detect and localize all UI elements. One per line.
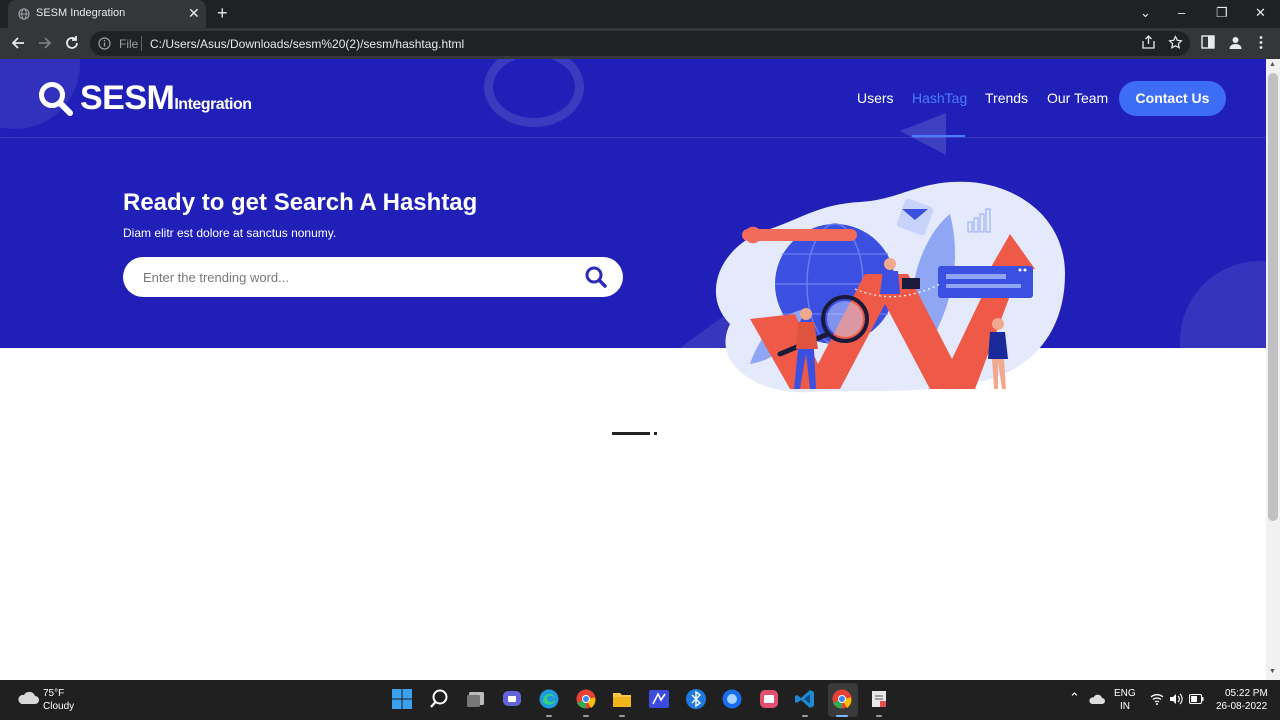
tab-search-icon[interactable]: ⌄	[1140, 4, 1151, 22]
running-indicator	[583, 715, 589, 717]
language-indicator-line2[interactable]: IN	[1120, 701, 1130, 712]
browser-tabbar: SESM Indegration ✕ + ⌄ – ❐ ✕	[0, 0, 1280, 28]
volume-icon[interactable]	[1169, 693, 1183, 705]
running-indicator	[802, 715, 808, 717]
back-icon[interactable]	[9, 34, 27, 52]
header-divider	[0, 137, 1266, 138]
bluetooth-icon[interactable]	[685, 688, 707, 710]
url-text[interactable]: C:/Users/Asus/Downloads/sesm%20(2)/sesm/…	[150, 37, 464, 51]
info-icon[interactable]	[98, 37, 111, 50]
running-indicator	[876, 715, 882, 717]
new-tab-button[interactable]: +	[217, 3, 228, 23]
browser-tab[interactable]: SESM Indegration ✕	[8, 0, 206, 28]
logo-main: SESM	[80, 79, 175, 117]
logo-sub: Integration	[174, 96, 252, 113]
edge-icon[interactable]	[538, 688, 560, 710]
chrome-icon[interactable]	[831, 688, 853, 710]
weather-temperature[interactable]: 75°F	[43, 688, 64, 699]
notepad-icon[interactable]	[868, 688, 890, 710]
reload-icon[interactable]	[63, 34, 81, 52]
wifi-icon[interactable]	[1150, 693, 1164, 705]
minimize-button[interactable]: –	[1178, 4, 1185, 22]
menu-icon[interactable]	[1258, 35, 1264, 50]
clock-date[interactable]: 26-08-2022	[1216, 701, 1267, 712]
url-separator	[141, 36, 142, 51]
url-scheme-label: File	[119, 37, 139, 51]
loading-indicator	[612, 432, 657, 435]
running-indicator	[836, 715, 848, 717]
web-page: SESMIntegration Users HashTag Trends Our…	[0, 59, 1266, 680]
os-taskbar: 75°F Cloudy ⌃ ENG IN 05:22 PM 26-08-2022	[0, 680, 1280, 720]
forward-icon[interactable]	[36, 34, 54, 52]
decor-ring	[484, 59, 584, 127]
nav-our-team[interactable]: Our Team	[1047, 90, 1108, 106]
teams-chat-icon[interactable]	[501, 688, 523, 710]
scroll-up-icon[interactable]: ▲	[1269, 61, 1276, 68]
task-view-icon[interactable]	[465, 688, 487, 710]
file-explorer-icon[interactable]	[611, 688, 633, 710]
window-close-button[interactable]: ✕	[1255, 4, 1266, 22]
close-tab-icon[interactable]: ✕	[188, 5, 200, 21]
running-indicator	[619, 715, 625, 717]
page-scrollbar[interactable]: ▲ ▼	[1266, 59, 1280, 680]
chevron-up-icon[interactable]: ⌃	[1069, 690, 1080, 706]
clock-time[interactable]: 05:22 PM	[1225, 688, 1268, 699]
decor-triangle	[900, 113, 946, 155]
side-panel-icon[interactable]	[1201, 35, 1215, 49]
onedrive-cloud-icon[interactable]	[1089, 694, 1105, 705]
nav-trends[interactable]: Trends	[985, 90, 1028, 106]
contact-us-button[interactable]: Contact Us	[1119, 81, 1226, 116]
language-indicator-line1[interactable]: ENG	[1114, 688, 1136, 699]
search-button-icon[interactable]	[583, 265, 609, 289]
hero-title: Ready to get Search A Hashtag	[123, 189, 478, 216]
scroll-down-icon[interactable]: ▼	[1269, 668, 1276, 675]
hashtag-search-box	[123, 257, 623, 297]
tab-title: SESM Indegration	[36, 7, 126, 19]
vscode-icon[interactable]	[794, 688, 816, 710]
globe-icon	[18, 8, 30, 20]
hero-subtitle: Diam elitr est dolore at sanctus nonumy.	[123, 226, 337, 240]
star-icon[interactable]	[1168, 35, 1183, 50]
vpn-app-icon[interactable]	[648, 688, 670, 710]
profile-icon[interactable]	[1228, 35, 1243, 50]
chrome-old-icon[interactable]	[575, 688, 597, 710]
nav-hashtag[interactable]: HashTag	[912, 90, 967, 106]
cloud-icon[interactable]	[17, 690, 39, 706]
address-bar[interactable]: File C:/Users/Asus/Downloads/sesm%20(2)/…	[90, 31, 1190, 56]
logo-text: SESMIntegration	[80, 79, 252, 118]
firefox-icon[interactable]	[721, 688, 743, 710]
weather-condition[interactable]: Cloudy	[43, 701, 74, 712]
browser-toolbar: File C:/Users/Asus/Downloads/sesm%20(2)/…	[0, 28, 1280, 59]
share-icon[interactable]	[1141, 35, 1156, 50]
running-indicator	[546, 715, 552, 717]
hero-illustration	[715, 181, 1065, 393]
active-nav-indicator	[912, 135, 965, 137]
restore-button[interactable]: ❐	[1216, 4, 1228, 22]
decor-circle	[1180, 261, 1266, 348]
battery-icon[interactable]	[1189, 694, 1204, 704]
app-icon[interactable]	[758, 688, 780, 710]
nav-users[interactable]: Users	[857, 90, 894, 106]
hashtag-search-input[interactable]	[143, 267, 563, 287]
windows-start-icon[interactable]	[391, 688, 413, 710]
scroll-thumb[interactable]	[1268, 73, 1278, 521]
taskbar-search-icon[interactable]	[428, 688, 450, 710]
search-icon	[39, 82, 73, 116]
